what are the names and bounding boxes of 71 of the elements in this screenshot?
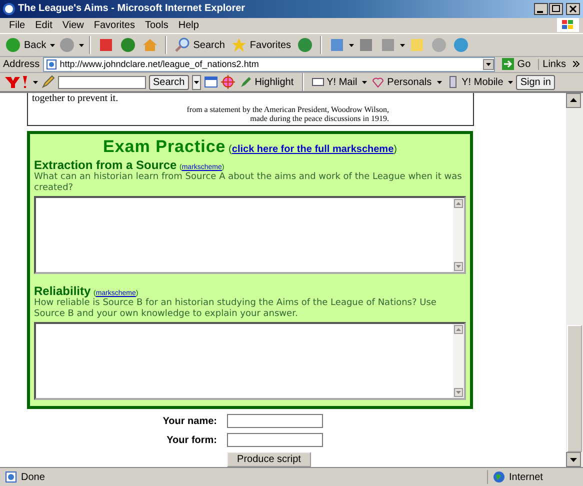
menu-item[interactable]: Tools — [140, 20, 174, 31]
question-heading: Reliability — [34, 284, 91, 298]
sign-in-button[interactable]: Sign in — [516, 74, 555, 90]
parenthesis: ( — [228, 144, 232, 156]
menu-item[interactable]: Help — [173, 20, 204, 31]
favorites-icon — [230, 37, 247, 54]
status-text: Done — [21, 472, 45, 483]
back-button[interactable]: Back — [3, 37, 48, 54]
go-button[interactable]: Go — [498, 58, 535, 70]
search-icon — [174, 37, 190, 54]
field-label: Your form: — [166, 434, 217, 446]
menu-item[interactable]: Favorites — [88, 20, 140, 31]
parenthesis: ) — [394, 144, 397, 156]
exam-title: Exam Practice — [103, 137, 226, 156]
dropdown-arrow-icon[interactable] — [79, 44, 84, 47]
favorites-button[interactable]: Favorites — [228, 37, 294, 54]
dropdown-arrow-icon[interactable] — [508, 80, 514, 84]
dropdown-arrow-icon[interactable] — [400, 44, 406, 47]
maximize-icon[interactable] — [549, 2, 563, 15]
scroll-down-icon[interactable] — [566, 452, 581, 468]
scrollbar[interactable] — [566, 93, 583, 468]
field-label: Your name: — [162, 416, 217, 427]
browser-icon — [3, 2, 15, 15]
mobile-button[interactable]: Y! Mobile — [444, 76, 506, 88]
input-field[interactable] — [227, 414, 323, 428]
question-text: How reliable is Source B for an historian studying the Aims of the League of Nations? Use Source B and your own knowledge to explain your answer. — [34, 298, 438, 320]
links-button[interactable]: Links — [538, 58, 570, 70]
window-title: The League's Aims - Microsoft Internet Explorer — [18, 3, 246, 14]
answer-box[interactable] — [34, 196, 466, 274]
markscheme-link[interactable]: click here for the full markscheme — [232, 144, 394, 156]
pencil-icon[interactable] — [41, 75, 55, 90]
minimize-icon[interactable] — [534, 2, 548, 15]
menu-item[interactable]: Edit — [30, 20, 58, 31]
question-heading: Extraction from a Source — [34, 158, 177, 172]
produce-script-button[interactable]: Produce script — [227, 452, 311, 468]
personals-icon — [372, 76, 384, 88]
highlight-button[interactable]: Highlight — [238, 76, 296, 88]
menu-item[interactable]: File — [4, 20, 30, 31]
quote-attribution: made during the peace discussions in 1919. — [249, 114, 390, 124]
globe-icon — [493, 471, 505, 484]
close-icon[interactable] — [566, 2, 580, 15]
mail-button[interactable]: Y! Mail — [310, 76, 360, 88]
dropdown-arrow-icon[interactable] — [436, 80, 442, 84]
zone-text: Internet — [509, 472, 543, 483]
scroll-up-icon[interactable] — [566, 93, 581, 108]
scroll-thumb[interactable] — [567, 325, 582, 452]
window-icon[interactable] — [204, 76, 218, 88]
mobile-icon — [446, 76, 459, 88]
chevron-icon[interactable] — [573, 61, 580, 68]
home-icon — [142, 37, 158, 54]
dropdown-arrow-icon[interactable] — [362, 80, 368, 84]
search-field[interactable] — [58, 76, 146, 89]
search-button[interactable]: Search — [172, 37, 227, 54]
quote-attribution: from a statement by the American President, Woodrow Wilson, — [186, 105, 390, 114]
crosshair-icon[interactable] — [220, 75, 235, 90]
answer-box[interactable] — [34, 322, 466, 400]
personals-button[interactable]: Personals — [370, 76, 434, 88]
dropdown-arrow-icon[interactable] — [349, 44, 354, 47]
highlight-icon — [240, 76, 252, 88]
address-label: Address — [3, 58, 40, 70]
arrow-icon — [502, 58, 514, 70]
search-button[interactable]: Search — [149, 74, 189, 90]
page-icon — [5, 471, 17, 484]
question-text: What can an historian learn from Source A about the aims and work of the League when it was created? — [34, 172, 463, 194]
dropdown-arrow-icon[interactable] — [50, 44, 56, 47]
quote-text: together to prevent it. — [32, 93, 120, 106]
input-field[interactable] — [227, 433, 323, 448]
dropdown-arrow-icon[interactable] — [33, 80, 38, 84]
page-icon — [46, 58, 57, 70]
address-field[interactable]: http://www.johndclare.net/league_of_nations2.htm — [42, 56, 496, 72]
menu-item[interactable]: View — [57, 20, 89, 31]
